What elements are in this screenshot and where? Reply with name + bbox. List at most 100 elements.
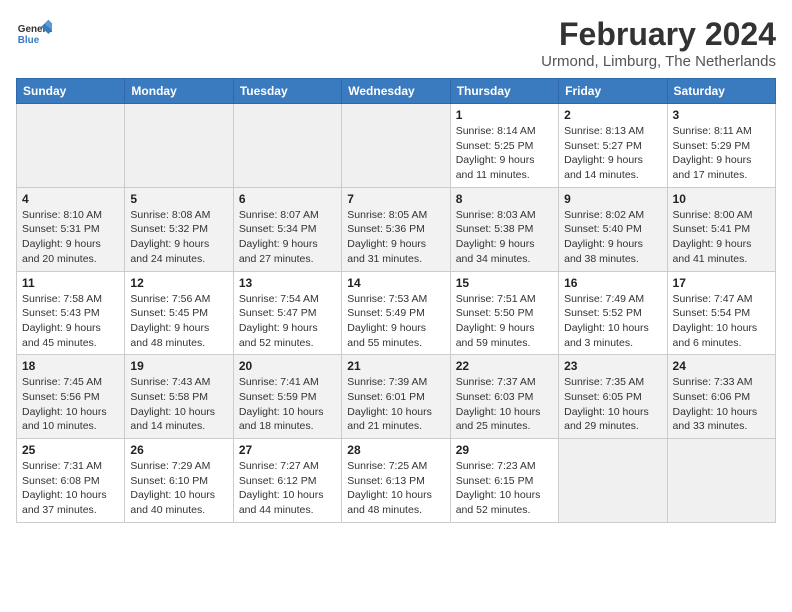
calendar-cell: 21 Sunrise: 7:39 AM Sunset: 6:01 PM Dayli… xyxy=(342,355,450,439)
day-number: 8 xyxy=(456,192,553,206)
calendar-cell: 6 Sunrise: 8:07 AM Sunset: 5:34 PM Daylig… xyxy=(233,187,341,271)
day-detail: Sunrise: 7:43 AM Sunset: 5:58 PM Dayligh… xyxy=(130,375,227,434)
day-detail: Sunrise: 8:11 AM Sunset: 5:29 PM Dayligh… xyxy=(673,124,770,183)
weekday-header-tuesday: Tuesday xyxy=(233,79,341,104)
day-detail: Sunrise: 7:41 AM Sunset: 5:59 PM Dayligh… xyxy=(239,375,336,434)
calendar-cell: 14 Sunrise: 7:53 AM Sunset: 5:49 PM Dayli… xyxy=(342,271,450,355)
day-detail: Sunrise: 7:58 AM Sunset: 5:43 PM Dayligh… xyxy=(22,292,119,351)
calendar-cell xyxy=(233,104,341,188)
day-number: 23 xyxy=(564,359,661,373)
logo-icon: General Blue xyxy=(16,16,52,52)
day-number: 2 xyxy=(564,108,661,122)
day-number: 21 xyxy=(347,359,444,373)
calendar-cell: 27 Sunrise: 7:27 AM Sunset: 6:12 PM Dayli… xyxy=(233,439,341,523)
day-number: 11 xyxy=(22,276,119,290)
day-detail: Sunrise: 7:56 AM Sunset: 5:45 PM Dayligh… xyxy=(130,292,227,351)
day-detail: Sunrise: 7:49 AM Sunset: 5:52 PM Dayligh… xyxy=(564,292,661,351)
day-detail: Sunrise: 7:51 AM Sunset: 5:50 PM Dayligh… xyxy=(456,292,553,351)
calendar-cell: 28 Sunrise: 7:25 AM Sunset: 6:13 PM Dayli… xyxy=(342,439,450,523)
calendar-cell: 11 Sunrise: 7:58 AM Sunset: 5:43 PM Dayli… xyxy=(17,271,125,355)
day-detail: Sunrise: 7:23 AM Sunset: 6:15 PM Dayligh… xyxy=(456,459,553,518)
title-block: February 2024 Urmond, Limburg, The Nethe… xyxy=(541,16,776,70)
day-number: 1 xyxy=(456,108,553,122)
day-number: 15 xyxy=(456,276,553,290)
svg-text:Blue: Blue xyxy=(18,35,40,46)
day-number: 29 xyxy=(456,443,553,457)
day-detail: Sunrise: 7:47 AM Sunset: 5:54 PM Dayligh… xyxy=(673,292,770,351)
calendar-cell: 7 Sunrise: 8:05 AM Sunset: 5:36 PM Daylig… xyxy=(342,187,450,271)
calendar-cell: 10 Sunrise: 8:00 AM Sunset: 5:41 PM Dayli… xyxy=(667,187,775,271)
calendar-cell: 22 Sunrise: 7:37 AM Sunset: 6:03 PM Dayli… xyxy=(450,355,558,439)
day-detail: Sunrise: 7:25 AM Sunset: 6:13 PM Dayligh… xyxy=(347,459,444,518)
day-detail: Sunrise: 8:02 AM Sunset: 5:40 PM Dayligh… xyxy=(564,208,661,267)
calendar-cell xyxy=(17,104,125,188)
day-detail: Sunrise: 8:03 AM Sunset: 5:38 PM Dayligh… xyxy=(456,208,553,267)
day-detail: Sunrise: 7:29 AM Sunset: 6:10 PM Dayligh… xyxy=(130,459,227,518)
day-number: 18 xyxy=(22,359,119,373)
day-detail: Sunrise: 7:35 AM Sunset: 6:05 PM Dayligh… xyxy=(564,375,661,434)
day-detail: Sunrise: 7:45 AM Sunset: 5:56 PM Dayligh… xyxy=(22,375,119,434)
day-detail: Sunrise: 7:54 AM Sunset: 5:47 PM Dayligh… xyxy=(239,292,336,351)
day-detail: Sunrise: 8:07 AM Sunset: 5:34 PM Dayligh… xyxy=(239,208,336,267)
weekday-header-monday: Monday xyxy=(125,79,233,104)
day-number: 19 xyxy=(130,359,227,373)
weekday-header-sunday: Sunday xyxy=(17,79,125,104)
calendar-cell: 23 Sunrise: 7:35 AM Sunset: 6:05 PM Dayli… xyxy=(559,355,667,439)
day-detail: Sunrise: 7:53 AM Sunset: 5:49 PM Dayligh… xyxy=(347,292,444,351)
day-detail: Sunrise: 7:27 AM Sunset: 6:12 PM Dayligh… xyxy=(239,459,336,518)
day-number: 17 xyxy=(673,276,770,290)
logo: General Blue xyxy=(16,16,52,52)
calendar-cell: 9 Sunrise: 8:02 AM Sunset: 5:40 PM Daylig… xyxy=(559,187,667,271)
day-number: 27 xyxy=(239,443,336,457)
day-number: 14 xyxy=(347,276,444,290)
day-number: 22 xyxy=(456,359,553,373)
calendar-cell: 25Sunrise: 7:31 AM Sunset: 6:08 PM Dayli… xyxy=(17,439,125,523)
calendar-cell: 2Sunrise: 8:13 AM Sunset: 5:27 PM Daylig… xyxy=(559,104,667,188)
day-detail: Sunrise: 8:00 AM Sunset: 5:41 PM Dayligh… xyxy=(673,208,770,267)
day-number: 24 xyxy=(673,359,770,373)
calendar-cell: 29 Sunrise: 7:23 AM Sunset: 6:15 PM Dayli… xyxy=(450,439,558,523)
calendar-cell: 8 Sunrise: 8:03 AM Sunset: 5:38 PM Daylig… xyxy=(450,187,558,271)
day-number: 16 xyxy=(564,276,661,290)
day-number: 9 xyxy=(564,192,661,206)
calendar-cell: 16 Sunrise: 7:49 AM Sunset: 5:52 PM Dayli… xyxy=(559,271,667,355)
day-detail: Sunrise: 8:08 AM Sunset: 5:32 PM Dayligh… xyxy=(130,208,227,267)
calendar-cell: 1Sunrise: 8:14 AM Sunset: 5:25 PM Daylig… xyxy=(450,104,558,188)
calendar-cell xyxy=(559,439,667,523)
calendar-cell: 12Sunrise: 7:56 AM Sunset: 5:45 PM Dayli… xyxy=(125,271,233,355)
month-year-title: February 2024 xyxy=(541,16,776,53)
calendar-cell: 17 Sunrise: 7:47 AM Sunset: 5:54 PM Dayli… xyxy=(667,271,775,355)
day-detail: Sunrise: 7:31 AM Sunset: 6:08 PM Dayligh… xyxy=(22,459,119,518)
calendar-cell: 4 Sunrise: 8:10 AM Sunset: 5:31 PM Daylig… xyxy=(17,187,125,271)
calendar-cell: 13Sunrise: 7:54 AM Sunset: 5:47 PM Dayli… xyxy=(233,271,341,355)
weekday-header-thursday: Thursday xyxy=(450,79,558,104)
calendar-cell: 5 Sunrise: 8:08 AM Sunset: 5:32 PM Daylig… xyxy=(125,187,233,271)
weekday-header-friday: Friday xyxy=(559,79,667,104)
day-detail: Sunrise: 7:37 AM Sunset: 6:03 PM Dayligh… xyxy=(456,375,553,434)
day-detail: Sunrise: 8:10 AM Sunset: 5:31 PM Dayligh… xyxy=(22,208,119,267)
calendar-cell: 20 Sunrise: 7:41 AM Sunset: 5:59 PM Dayli… xyxy=(233,355,341,439)
calendar-cell: 19 Sunrise: 7:43 AM Sunset: 5:58 PM Dayli… xyxy=(125,355,233,439)
day-detail: Sunrise: 8:05 AM Sunset: 5:36 PM Dayligh… xyxy=(347,208,444,267)
calendar-cell: 26 Sunrise: 7:29 AM Sunset: 6:10 PM Dayli… xyxy=(125,439,233,523)
day-number: 28 xyxy=(347,443,444,457)
weekday-header-saturday: Saturday xyxy=(667,79,775,104)
day-detail: Sunrise: 7:33 AM Sunset: 6:06 PM Dayligh… xyxy=(673,375,770,434)
calendar-table: SundayMondayTuesdayWednesdayThursdayFrid… xyxy=(16,78,776,523)
calendar-cell xyxy=(342,104,450,188)
day-detail: Sunrise: 7:39 AM Sunset: 6:01 PM Dayligh… xyxy=(347,375,444,434)
day-number: 20 xyxy=(239,359,336,373)
location-subtitle: Urmond, Limburg, The Netherlands xyxy=(541,53,776,70)
calendar-cell xyxy=(667,439,775,523)
calendar-cell: 3 Sunrise: 8:11 AM Sunset: 5:29 PM Daylig… xyxy=(667,104,775,188)
calendar-cell: 18 Sunrise: 7:45 AM Sunset: 5:56 PM Dayli… xyxy=(17,355,125,439)
day-number: 4 xyxy=(22,192,119,206)
header: General Blue February 2024 Urmond, Limbu… xyxy=(16,16,776,70)
day-number: 7 xyxy=(347,192,444,206)
day-number: 6 xyxy=(239,192,336,206)
day-number: 10 xyxy=(673,192,770,206)
day-number: 26 xyxy=(130,443,227,457)
day-number: 5 xyxy=(130,192,227,206)
calendar-cell xyxy=(125,104,233,188)
day-number: 3 xyxy=(673,108,770,122)
